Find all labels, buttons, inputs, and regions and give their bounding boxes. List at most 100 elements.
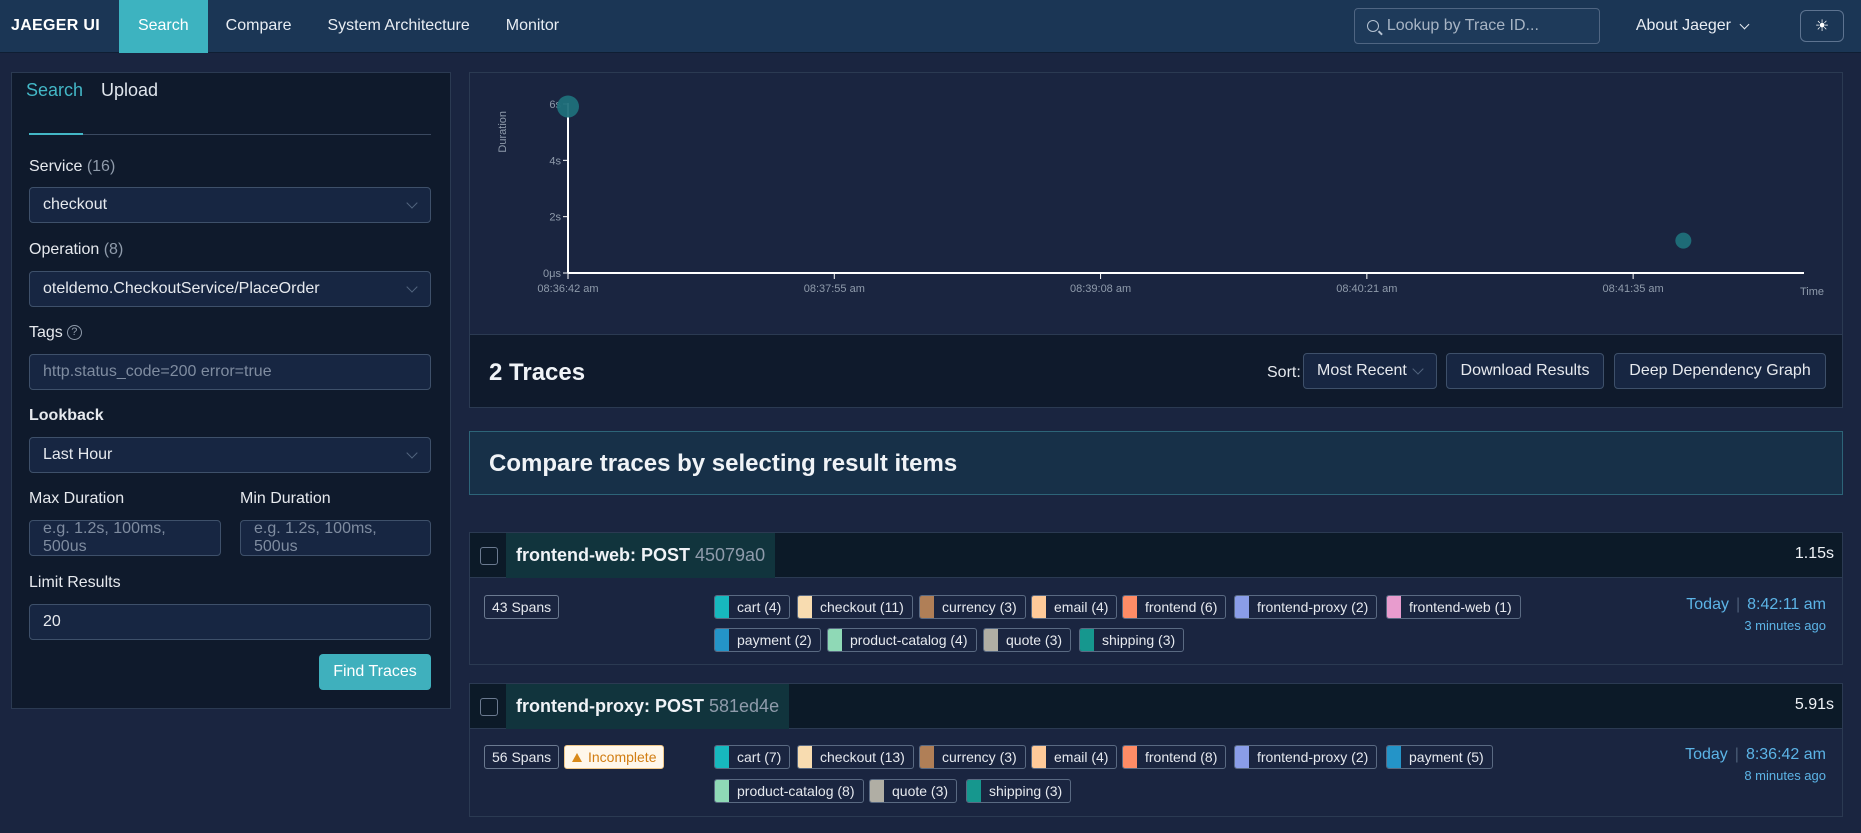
download-results-button[interactable]: Download Results xyxy=(1446,353,1604,389)
duration-scatter-chart: Duration 0μs 2s 4s 6s 08:36:42 am 08:37:55 am 0… xyxy=(469,72,1843,334)
service-tag-label: email (4) xyxy=(1054,749,1109,765)
service-tag: payment (5) xyxy=(1386,745,1493,769)
compare-banner-text: Compare traces by selecting result items xyxy=(489,450,958,477)
about-label: About Jaeger xyxy=(1635,17,1731,34)
service-color-swatch xyxy=(715,596,729,618)
service-color-swatch xyxy=(715,629,729,651)
service-tag: frontend (8) xyxy=(1122,745,1227,769)
find-traces-button[interactable]: Find Traces xyxy=(319,654,431,690)
nav-compare[interactable]: Compare xyxy=(208,0,310,53)
service-tag: shipping (3) xyxy=(1079,628,1185,652)
service-color-swatch xyxy=(1123,596,1137,618)
traces-count-title: 2 Traces xyxy=(489,359,586,386)
trace-duration: 5.91s xyxy=(1794,696,1834,713)
incomplete-badge: Incomplete xyxy=(564,745,665,769)
max-duration-label: Max Duration xyxy=(29,490,125,507)
sort-select[interactable]: Most Recent xyxy=(1303,353,1437,389)
trace-id: 581ed4e xyxy=(709,696,780,716)
min-duration-label: Min Duration xyxy=(240,490,331,507)
service-tag: cart (4) xyxy=(714,595,791,619)
service-tag: frontend-proxy (2) xyxy=(1234,745,1378,769)
service-tag-label: quote (3) xyxy=(1006,632,1063,648)
service-tag: currency (3) xyxy=(919,595,1026,619)
service-tag: currency (3) xyxy=(919,745,1026,769)
theme-toggle-button[interactable]: ☀ xyxy=(1800,10,1844,42)
service-color-swatch xyxy=(1235,596,1249,618)
tags-label: Tags? xyxy=(29,324,82,342)
service-tag-label: email (4) xyxy=(1054,599,1109,615)
lookback-select[interactable]: Last Hour xyxy=(29,437,431,473)
limit-results-label: Limit Results xyxy=(29,574,121,591)
y-tick-label: 4s xyxy=(549,155,561,167)
service-tag: frontend-proxy (2) xyxy=(1234,595,1378,619)
sun-icon: ☀ xyxy=(1814,18,1830,35)
deep-dependency-graph-button[interactable]: Deep Dependency Graph xyxy=(1614,353,1826,389)
service-color-swatch xyxy=(1032,746,1046,768)
service-color-swatch xyxy=(715,780,729,802)
span-count-badge: 56 Spans xyxy=(484,745,560,769)
trace-start-time: Today | 8:42:11 am xyxy=(1686,596,1826,613)
trace-item-header[interactable]: frontend-web: POST 45079a0 1.15s xyxy=(470,533,1842,578)
compare-checkbox[interactable] xyxy=(480,698,498,716)
x-tick-label: 08:39:08 am xyxy=(1070,283,1131,295)
nav-system-architecture[interactable]: System Architecture xyxy=(309,0,487,53)
sort-label: Sort: xyxy=(1267,364,1301,381)
service-color-swatch xyxy=(967,780,981,802)
nav-search[interactable]: Search xyxy=(118,0,208,53)
search-icon xyxy=(1366,20,1379,32)
service-tag-label: shipping (3) xyxy=(1102,632,1176,648)
limit-results-input[interactable]: 20 xyxy=(29,604,431,640)
trace-duration: 1.15s xyxy=(1794,545,1834,562)
service-color-swatch xyxy=(1387,596,1401,618)
trace-id: 45079a0 xyxy=(695,545,766,565)
compare-checkbox[interactable] xyxy=(480,547,498,565)
tab-upload[interactable]: Upload xyxy=(101,80,158,101)
trace-item-header[interactable]: frontend-proxy: POST 581ed4e 5.91s xyxy=(470,684,1842,729)
chevron-down-icon xyxy=(1739,19,1750,29)
trace-point xyxy=(557,95,579,118)
service-tag-label: currency (3) xyxy=(942,599,1017,615)
trace-relative-time: 8 minutes ago xyxy=(1744,768,1826,783)
span-count-badge: 43 Spans xyxy=(484,595,560,619)
min-duration-input[interactable]: e.g. 1.2s, 100ms, 500us xyxy=(240,520,431,556)
active-tab-indicator xyxy=(29,133,83,135)
service-tag-label: payment (2) xyxy=(737,632,812,648)
trace-lookup[interactable] xyxy=(1353,8,1600,44)
help-icon[interactable]: ? xyxy=(66,325,82,340)
y-axis-label: Duration xyxy=(497,111,509,153)
operation-select[interactable]: oteldemo.CheckoutService/PlaceOrder xyxy=(29,271,431,307)
trace-title[interactable]: frontend-web: POST 45079a0 xyxy=(506,533,776,578)
tags-input[interactable]: http.status_code=200 error=true xyxy=(29,354,431,390)
trace-result-item[interactable]: frontend-web: POST 45079a0 1.15s 43 Spans… xyxy=(469,532,1843,665)
operation-label: Operation (8) xyxy=(29,241,124,258)
service-tag: cart (7) xyxy=(714,745,791,769)
nav-monitor[interactable]: Monitor xyxy=(488,0,577,53)
service-tag: checkout (13) xyxy=(797,745,914,769)
trace-title[interactable]: frontend-proxy: POST 581ed4e xyxy=(506,684,790,729)
service-tag-label: quote (3) xyxy=(892,783,949,799)
trace-point xyxy=(1675,232,1692,249)
about-jaeger-menu[interactable]: About Jaeger xyxy=(1635,17,1750,35)
service-color-swatch xyxy=(984,629,998,651)
compare-banner: Compare traces by selecting result items xyxy=(469,431,1843,495)
service-tag-label: frontend-proxy (2) xyxy=(1257,749,1369,765)
service-tag-label: product-catalog (4) xyxy=(850,632,968,648)
tab-search[interactable]: Search xyxy=(26,80,83,101)
brand-logo[interactable]: JAEGER UI xyxy=(0,0,119,53)
x-tick-label: 08:41:35 am xyxy=(1603,283,1664,295)
trace-result-item[interactable]: frontend-proxy: POST 581ed4e 5.91s 56 Spa… xyxy=(469,683,1843,817)
service-tag: frontend (6) xyxy=(1122,595,1227,619)
service-color-swatch xyxy=(715,746,729,768)
trace-relative-time: 3 minutes ago xyxy=(1744,618,1826,633)
service-select[interactable]: checkout xyxy=(29,187,431,223)
warning-icon xyxy=(572,752,582,762)
chevron-down-icon xyxy=(406,197,418,209)
trace-id-input[interactable] xyxy=(1386,17,1587,35)
scatter-plot: Duration0μs2s4s6s08:36:42 am 08:37:55 am 0… xyxy=(497,95,1824,298)
max-duration-input[interactable]: e.g. 1.2s, 100ms, 500us xyxy=(29,520,221,556)
service-tag-label: payment (5) xyxy=(1409,749,1484,765)
service-tag: quote (3) xyxy=(983,628,1072,652)
y-tick-label: 2s xyxy=(549,212,561,224)
service-color-swatch xyxy=(1080,629,1094,651)
results-header: 2 Traces Sort: Most Recent Download Resu… xyxy=(469,334,1843,408)
